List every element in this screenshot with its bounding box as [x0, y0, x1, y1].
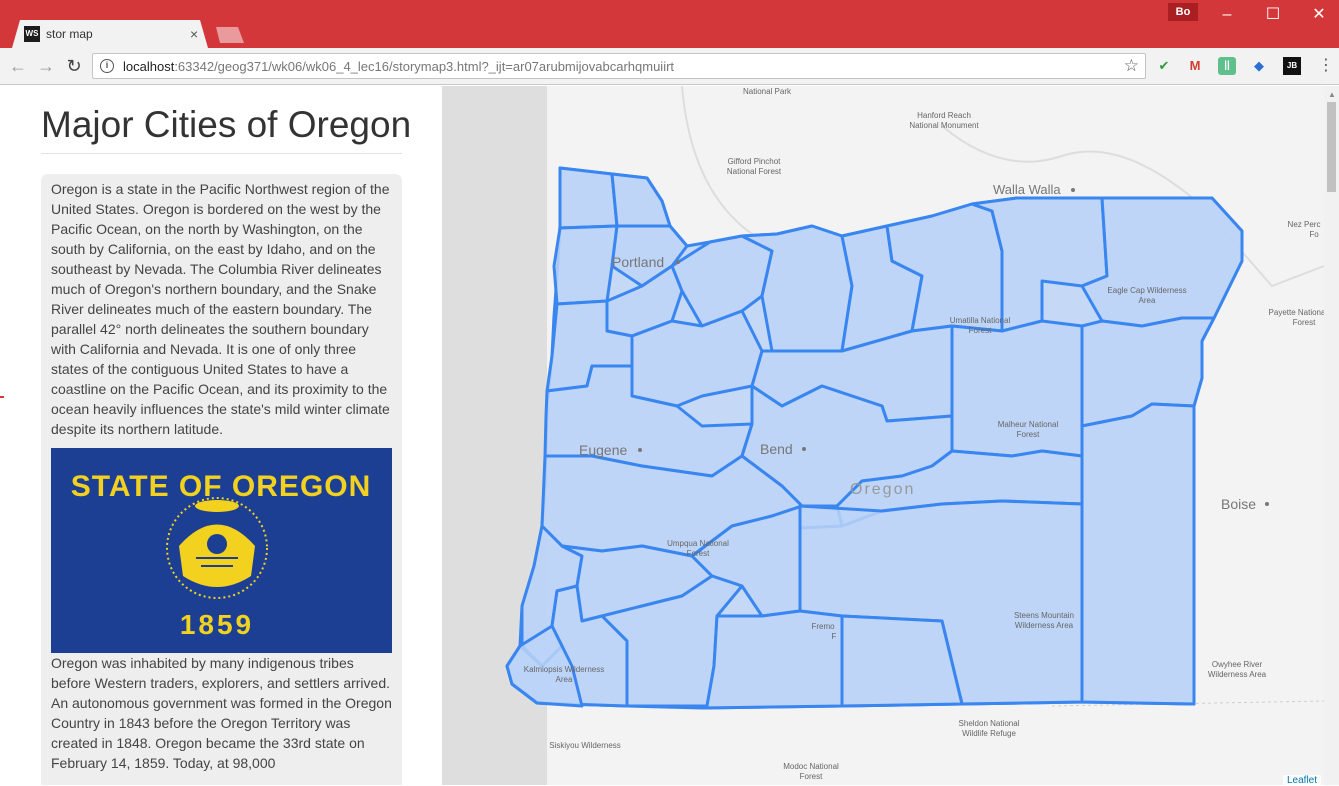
flag-title-text: STATE OF OREGON	[71, 470, 372, 503]
address-bar[interactable]: i localhost:63342/geog371/wk06/wk06_4_le…	[92, 53, 1146, 79]
page-scrollbar[interactable]: ▲	[1324, 86, 1339, 785]
info-icon[interactable]: i	[100, 59, 114, 73]
city-label-walla-walla: Walla Walla	[993, 182, 1061, 197]
history-paragraph: Oregon was inhabited by many indigenous …	[51, 655, 392, 771]
gmail-icon[interactable]: M	[1186, 57, 1204, 75]
url-text[interactable]: localhost:63342/geog371/wk06/wk06_4_lec1…	[123, 59, 674, 74]
place-gifford: Gifford Pinchot National Forest	[727, 157, 782, 176]
back-button[interactable]: ←	[6, 55, 30, 77]
title-divider	[41, 153, 402, 154]
reload-button[interactable]: ↻	[62, 55, 86, 77]
profile-button[interactable]: Bo	[1168, 3, 1198, 21]
place-owyhee: Owyhee River Wilderness Area	[1208, 660, 1267, 679]
story-sidebar: Major Cities of Oregon Oregon is a state…	[0, 86, 442, 785]
place-steens: Steens Mountain Wilderness Area	[1014, 611, 1074, 630]
state-label: Oregon	[850, 481, 915, 498]
browser-toolbar: ← → ↻ i localhost:63342/geog371/wk06/wk0…	[0, 48, 1339, 85]
page-title: Major Cities of Oregon	[41, 104, 412, 145]
oregon-flag-image: STATE OF OREGON 1859	[51, 448, 392, 653]
place-sheldon: Sheldon National Wildlife Refuge	[959, 719, 1020, 738]
city-label-bend: Bend	[760, 441, 793, 457]
minimize-button[interactable]: –	[1204, 4, 1250, 26]
jetbrains-icon[interactable]: JB	[1283, 57, 1301, 75]
bookmark-star-icon[interactable]: ☆	[1124, 56, 1139, 76]
webstorm-icon: WS	[24, 26, 40, 42]
intro-paragraph: Oregon is a state in the Pacific Northwe…	[51, 181, 390, 437]
story-panel: Oregon is a state in the Pacific Northwe…	[41, 174, 402, 785]
county-layer[interactable]	[505, 166, 1244, 710]
tab-title: stor map	[46, 27, 93, 41]
scroll-up-icon[interactable]: ▲	[1328, 90, 1336, 99]
maximize-button[interactable]: ☐	[1250, 4, 1296, 26]
city-label-boise: Boise	[1221, 496, 1256, 512]
city-label-portland: Portland	[612, 254, 664, 270]
check-extension-icon[interactable]: ✔	[1155, 57, 1173, 75]
place-national-park: National Park	[743, 87, 792, 96]
new-tab-button[interactable]	[216, 27, 244, 43]
place-siskiyou: Siskiyou Wilderness	[549, 741, 621, 750]
extension-icon[interactable]: ||	[1218, 57, 1236, 75]
place-hanford: Hanford Reach National Monument	[909, 111, 979, 130]
menu-icon[interactable]: ⋮	[1318, 55, 1334, 77]
leaflet-map[interactable]: Portland Eugene Bend Walla Walla Boise O…	[442, 86, 1324, 785]
browser-tab[interactable]: WS stor map ×	[12, 20, 208, 48]
extension-blue-icon[interactable]: ◆	[1250, 57, 1268, 75]
browser-title-bar: WS stor map × Bo – ☐ ✕	[0, 0, 1339, 48]
close-window-button[interactable]: ✕	[1296, 4, 1339, 26]
scroll-thumb[interactable]	[1327, 102, 1336, 192]
forward-button[interactable]: →	[34, 55, 58, 77]
close-tab-icon[interactable]: ×	[190, 26, 198, 42]
leaflet-attribution-link[interactable]: Leaflet	[1283, 775, 1322, 786]
edge-marker	[0, 396, 4, 398]
flag-year-text: 1859	[180, 609, 254, 640]
city-label-eugene: Eugene	[579, 442, 627, 458]
